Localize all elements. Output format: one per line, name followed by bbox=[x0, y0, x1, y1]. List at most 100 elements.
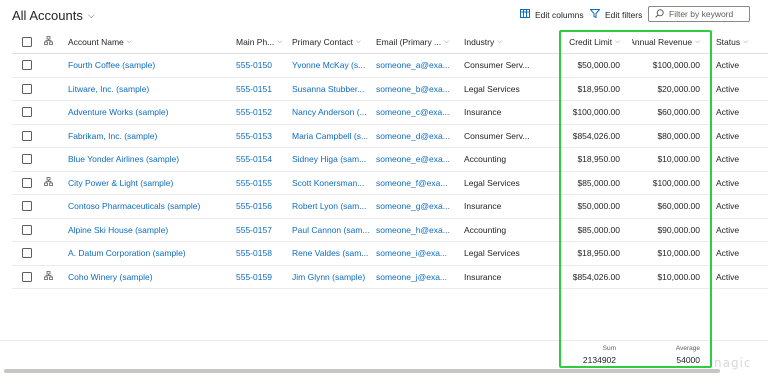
account-name-cell[interactable]: Litware, Inc. (sample) bbox=[68, 78, 232, 101]
primary-contact-link[interactable]: Maria Campbell (s... bbox=[292, 131, 368, 141]
header-primary-contact[interactable]: Primary Contact ⌵ bbox=[292, 30, 372, 53]
email-link[interactable]: someone_e@exa... bbox=[376, 154, 450, 164]
edit-filters-button[interactable]: Edit filters bbox=[589, 9, 642, 21]
header-email[interactable]: Email (Primary ... ⌵ bbox=[376, 30, 456, 53]
primary-contact-link[interactable]: Yvonne McKay (s... bbox=[292, 60, 365, 70]
table-row[interactable]: Fourth Coffee (sample) 555-0150 Yvonne McK… bbox=[12, 54, 768, 78]
primary-contact-link[interactable]: Scott Konersman... bbox=[292, 178, 364, 188]
header-main-phone[interactable]: Main Ph... ⌵ bbox=[236, 30, 288, 53]
header-industry[interactable]: Industry ⌵ bbox=[464, 30, 550, 53]
email-cell[interactable]: someone_e@exa... bbox=[376, 148, 456, 171]
account-name-cell[interactable]: Contoso Pharmaceuticals (sample) bbox=[68, 195, 232, 218]
phone-cell[interactable]: 555-0150 bbox=[236, 54, 288, 77]
account-name-cell[interactable]: Coho Winery (sample) bbox=[68, 266, 232, 289]
table-row[interactable]: Adventure Works (sample) 555-0152 Nancy An… bbox=[12, 101, 768, 125]
email-link[interactable]: someone_f@exa... bbox=[376, 178, 447, 188]
account-name-link[interactable]: Litware, Inc. (sample) bbox=[68, 84, 149, 94]
account-name-link[interactable]: Contoso Pharmaceuticals (sample) bbox=[68, 201, 200, 211]
email-link[interactable]: someone_g@exa... bbox=[376, 201, 450, 211]
row-checkbox[interactable] bbox=[22, 271, 32, 282]
email-link[interactable]: someone_j@exa... bbox=[376, 272, 447, 282]
phone-link[interactable]: 555-0154 bbox=[236, 154, 272, 164]
primary-contact-cell[interactable]: Sidney Higa (sam... bbox=[292, 148, 372, 171]
filter-search-input[interactable] bbox=[669, 9, 749, 19]
row-checkbox-cell[interactable] bbox=[22, 172, 36, 195]
row-checkbox-cell[interactable] bbox=[22, 148, 36, 171]
email-cell[interactable]: someone_f@exa... bbox=[376, 172, 456, 195]
account-name-link[interactable]: Blue Yonder Airlines (sample) bbox=[68, 154, 179, 164]
filter-search-box[interactable] bbox=[648, 6, 750, 22]
row-checkbox-cell[interactable] bbox=[22, 125, 36, 148]
account-name-cell[interactable]: Adventure Works (sample) bbox=[68, 101, 232, 124]
phone-cell[interactable]: 555-0156 bbox=[236, 195, 288, 218]
horizontal-scrollbar[interactable] bbox=[4, 369, 720, 373]
row-checkbox[interactable] bbox=[22, 177, 32, 188]
account-name-link[interactable]: Fourth Coffee (sample) bbox=[68, 60, 155, 70]
row-checkbox-cell[interactable] bbox=[22, 219, 36, 242]
table-row[interactable]: Coho Winery (sample) 555-0159 Jim Glynn (s… bbox=[12, 266, 768, 289]
email-link[interactable]: someone_d@exa... bbox=[376, 131, 450, 141]
row-checkbox[interactable] bbox=[22, 60, 32, 71]
phone-cell[interactable]: 555-0158 bbox=[236, 242, 288, 265]
row-checkbox[interactable] bbox=[22, 248, 32, 259]
email-cell[interactable]: someone_d@exa... bbox=[376, 125, 456, 148]
table-row[interactable]: City Power & Light (sample) 555-0155 Scott… bbox=[12, 172, 768, 195]
email-link[interactable]: someone_b@exa... bbox=[376, 84, 450, 94]
row-checkbox-cell[interactable] bbox=[22, 101, 36, 124]
table-row[interactable]: Fabrikam, Inc. (sample) 555-0153 Maria Cam… bbox=[12, 125, 768, 148]
account-name-cell[interactable]: City Power & Light (sample) bbox=[68, 172, 232, 195]
hierarchy-icon[interactable] bbox=[44, 271, 53, 282]
row-checkbox-cell[interactable] bbox=[22, 78, 36, 101]
hierarchy-cell[interactable] bbox=[44, 266, 58, 289]
primary-contact-cell[interactable]: Robert Lyon (sam... bbox=[292, 195, 372, 218]
email-cell[interactable]: someone_h@exa... bbox=[376, 219, 456, 242]
phone-cell[interactable]: 555-0153 bbox=[236, 125, 288, 148]
primary-contact-cell[interactable]: Nancy Anderson (... bbox=[292, 101, 372, 124]
email-link[interactable]: someone_c@exa... bbox=[376, 107, 449, 117]
view-selector[interactable]: All Accounts ⌵ bbox=[12, 8, 95, 23]
phone-link[interactable]: 555-0153 bbox=[236, 131, 272, 141]
header-annual-revenue[interactable]: Annual Revenue ⌵ bbox=[632, 30, 700, 53]
account-name-cell[interactable]: Blue Yonder Airlines (sample) bbox=[68, 148, 232, 171]
email-link[interactable]: someone_h@exa... bbox=[376, 225, 450, 235]
primary-contact-link[interactable]: Robert Lyon (sam... bbox=[292, 201, 366, 211]
row-checkbox-cell[interactable] bbox=[22, 195, 36, 218]
email-cell[interactable]: someone_c@exa... bbox=[376, 101, 456, 124]
email-cell[interactable]: someone_a@exa... bbox=[376, 54, 456, 77]
table-row[interactable]: A. Datum Corporation (sample) 555-0158 Ren… bbox=[12, 242, 768, 266]
row-checkbox[interactable] bbox=[22, 83, 32, 94]
row-checkbox-cell[interactable] bbox=[22, 54, 36, 77]
phone-link[interactable]: 555-0151 bbox=[236, 84, 272, 94]
row-checkbox[interactable] bbox=[22, 130, 32, 141]
phone-cell[interactable]: 555-0155 bbox=[236, 172, 288, 195]
phone-cell[interactable]: 555-0154 bbox=[236, 148, 288, 171]
table-row[interactable]: Litware, Inc. (sample) 555-0151 Susanna St… bbox=[12, 78, 768, 101]
primary-contact-link[interactable]: Paul Cannon (sam... bbox=[292, 225, 369, 235]
primary-contact-cell[interactable]: Rene Valdes (sam... bbox=[292, 242, 372, 265]
phone-cell[interactable]: 555-0159 bbox=[236, 266, 288, 289]
hierarchy-cell[interactable] bbox=[44, 172, 58, 195]
primary-contact-cell[interactable]: Susanna Stubber... bbox=[292, 78, 372, 101]
account-name-cell[interactable]: A. Datum Corporation (sample) bbox=[68, 242, 232, 265]
phone-cell[interactable]: 555-0157 bbox=[236, 219, 288, 242]
email-cell[interactable]: someone_i@exa... bbox=[376, 242, 456, 265]
header-credit-limit[interactable]: Credit Limit ⌵ bbox=[564, 30, 620, 53]
table-row[interactable]: Blue Yonder Airlines (sample) 555-0154 Sid… bbox=[12, 148, 768, 172]
phone-cell[interactable]: 555-0152 bbox=[236, 101, 288, 124]
select-all-checkbox-cell[interactable] bbox=[22, 30, 36, 53]
account-name-link[interactable]: Coho Winery (sample) bbox=[68, 272, 153, 282]
primary-contact-link[interactable]: Sidney Higa (sam... bbox=[292, 154, 366, 164]
phone-link[interactable]: 555-0150 bbox=[236, 60, 272, 70]
account-name-cell[interactable]: Alpine Ski House (sample) bbox=[68, 219, 232, 242]
account-name-cell[interactable]: Fabrikam, Inc. (sample) bbox=[68, 125, 232, 148]
email-cell[interactable]: someone_j@exa... bbox=[376, 266, 456, 289]
header-account-name[interactable]: Account Name ⌵ bbox=[68, 30, 232, 53]
email-cell[interactable]: someone_g@exa... bbox=[376, 195, 456, 218]
email-link[interactable]: someone_a@exa... bbox=[376, 60, 450, 70]
primary-contact-cell[interactable]: Jim Glynn (sample) bbox=[292, 266, 372, 289]
email-link[interactable]: someone_i@exa... bbox=[376, 248, 447, 258]
primary-contact-cell[interactable]: Maria Campbell (s... bbox=[292, 125, 372, 148]
primary-contact-link[interactable]: Nancy Anderson (... bbox=[292, 107, 367, 117]
primary-contact-link[interactable]: Jim Glynn (sample) bbox=[292, 272, 365, 282]
primary-contact-link[interactable]: Rene Valdes (sam... bbox=[292, 248, 368, 258]
